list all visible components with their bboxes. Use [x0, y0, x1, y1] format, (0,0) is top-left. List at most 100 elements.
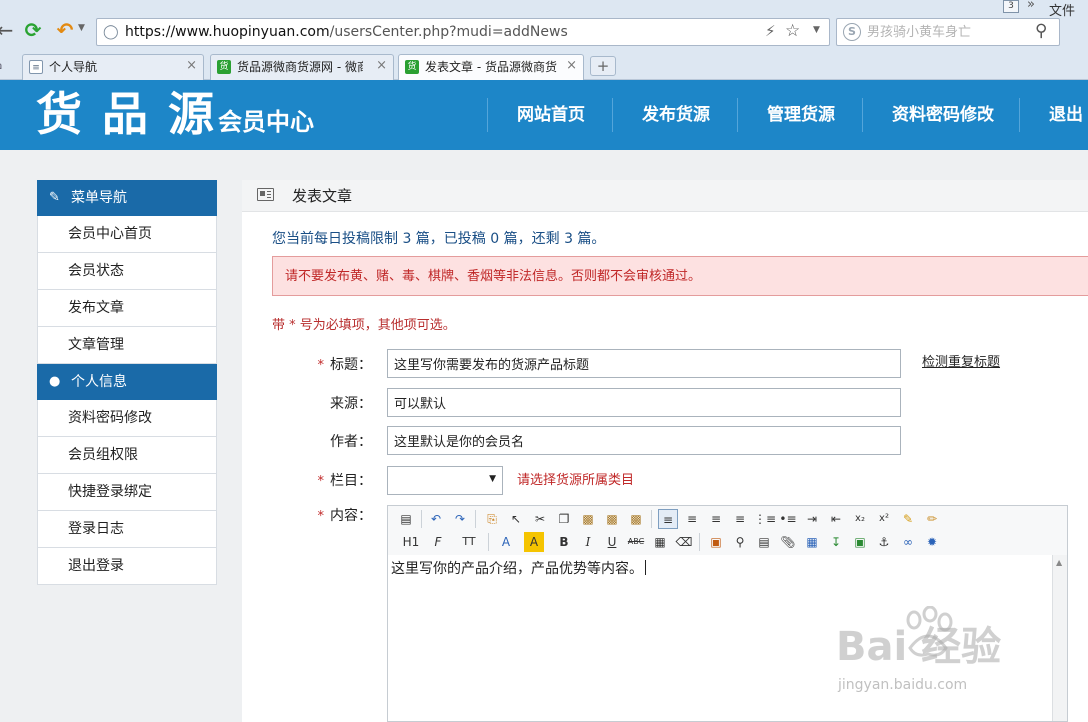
home-icon[interactable]: ⌂: [0, 58, 2, 73]
heading-dropdown[interactable]: H1: [396, 532, 426, 552]
table-border-icon[interactable]: ▦: [650, 532, 670, 552]
outdent-icon[interactable]: ⇤: [826, 509, 846, 529]
text-caret: [645, 560, 646, 575]
refresh-icon[interactable]: ⟳: [22, 19, 44, 41]
author-input[interactable]: [387, 426, 901, 455]
sidebar-item-login-log[interactable]: 登录日志: [37, 511, 217, 548]
sidebar-item-manage-articles[interactable]: 文章管理: [37, 327, 217, 364]
search-engine-logo-icon[interactable]: S: [843, 23, 861, 41]
indent-icon[interactable]: ⇥: [802, 509, 822, 529]
sidebar-item-quick-login[interactable]: 快捷登录绑定: [37, 474, 217, 511]
italic-icon[interactable]: I: [578, 532, 598, 552]
newspaper-icon: [257, 188, 274, 201]
sidebar-item-logout[interactable]: 退出登录: [37, 548, 217, 585]
star-icon[interactable]: ☆: [785, 21, 800, 41]
search-bar[interactable]: S ⚲: [836, 18, 1060, 46]
redo-icon[interactable]: ↷: [450, 509, 470, 529]
justify-icon[interactable]: ≡: [730, 509, 750, 529]
format-brush-icon[interactable]: ✏︎: [922, 509, 942, 529]
chevron-down-icon[interactable]: ▼: [78, 23, 85, 33]
anchor-icon[interactable]: ⚓: [874, 532, 894, 552]
superscript-icon[interactable]: x²: [874, 509, 894, 529]
insert-code-icon[interactable]: ⎘: [482, 509, 502, 529]
source-input[interactable]: [387, 388, 901, 417]
align-right-icon[interactable]: ≡: [706, 509, 726, 529]
gallery-icon[interactable]: ▣: [850, 532, 870, 552]
eraser-icon[interactable]: ⌫: [674, 532, 694, 552]
site-logo[interactable]: 货品源: [36, 84, 234, 144]
paste-icon[interactable]: ▩: [578, 509, 598, 529]
file-menu[interactable]: 文件: [1049, 0, 1075, 19]
attachment-icon[interactable]: 📎︎: [778, 532, 798, 552]
category-select[interactable]: ▼: [387, 466, 503, 495]
content-label: * 内容：: [292, 507, 373, 526]
align-center-icon[interactable]: ≡: [682, 509, 702, 529]
more-chevrons-icon[interactable]: »: [1027, 0, 1035, 12]
search-input[interactable]: [867, 23, 1027, 41]
check-duplicate-title-link[interactable]: 检测重复标题: [922, 354, 1000, 372]
title-input[interactable]: [387, 349, 901, 378]
sidebar-item-edit-profile[interactable]: 资料密码修改: [37, 400, 217, 437]
nav-manage-goods[interactable]: 管理货源: [767, 98, 835, 132]
unlink-icon[interactable]: ✹: [922, 532, 942, 552]
scroll-up-arrow-icon[interactable]: ▲: [1056, 558, 1062, 567]
address-bar[interactable]: ◯ https://www.huopinyuan.com/usersCenter…: [96, 18, 830, 46]
close-icon[interactable]: ×: [566, 58, 577, 73]
font-color-icon[interactable]: A: [496, 532, 516, 552]
nav-divider: [487, 98, 488, 132]
nav-publish-goods[interactable]: 发布货源: [642, 98, 710, 132]
nav-edit-profile[interactable]: 资料密码修改: [892, 98, 994, 132]
sidebar-item-member-group[interactable]: 会员组权限: [37, 437, 217, 474]
underline-icon[interactable]: U: [602, 532, 622, 552]
window-count-badge[interactable]: 3: [1003, 0, 1019, 13]
url-text[interactable]: https://www.huopinyuan.com/usersCenter.p…: [125, 24, 568, 41]
sidebar-section-title: 菜单导航: [71, 190, 127, 206]
new-tab-button[interactable]: +: [590, 56, 616, 76]
undo-icon[interactable]: ↶: [426, 509, 446, 529]
undo-close-tab-icon[interactable]: ↶: [54, 19, 76, 41]
chevron-down-icon[interactable]: ▼: [813, 25, 820, 35]
insert-image-icon[interactable]: ▣: [706, 532, 726, 552]
back-arrow-icon[interactable]: ←: [0, 19, 16, 41]
lightning-icon[interactable]: ⚡︎: [765, 22, 776, 40]
sidebar-section-profile: ● 个人信息: [37, 364, 217, 400]
paste-word-icon[interactable]: ▩: [626, 509, 646, 529]
strikethrough-icon[interactable]: ABC: [626, 532, 646, 552]
sidebar-item-member-home[interactable]: 会员中心首页: [37, 216, 217, 253]
page-break-icon[interactable]: ↧: [826, 532, 846, 552]
video-icon[interactable]: ▤: [754, 532, 774, 552]
nav-home[interactable]: 网站首页: [517, 98, 585, 132]
select-icon[interactable]: ↖: [506, 509, 526, 529]
copy-icon[interactable]: ❐: [554, 509, 574, 529]
tab-personal-nav[interactable]: ≡ 个人导航 ×: [22, 54, 204, 80]
search-icon[interactable]: ⚲: [1035, 21, 1047, 41]
paste-text-icon[interactable]: ▩: [602, 509, 622, 529]
sidebar-item-post-article[interactable]: 发布文章: [37, 290, 217, 327]
sidebar: ✎ 菜单导航 会员中心首页 会员状态 发布文章 文章管理 ● 个人信息 资料密码…: [37, 180, 217, 585]
chevron-down-icon[interactable]: ▼: [489, 474, 496, 484]
close-icon[interactable]: ×: [186, 58, 197, 73]
insert-table-icon[interactable]: ▦: [802, 532, 822, 552]
unordered-list-icon[interactable]: •≡: [778, 509, 798, 529]
author-label: 作者：: [330, 434, 372, 450]
bold-icon[interactable]: B: [554, 532, 574, 552]
site-logo-subtitle: 会员中心: [218, 107, 314, 136]
toolbar-divider: [699, 533, 700, 551]
search-replace-icon[interactable]: ⚲: [730, 532, 750, 552]
link-icon[interactable]: ∞: [898, 532, 918, 552]
subscript-icon[interactable]: x₂: [850, 509, 870, 529]
tab-post-article[interactable]: 货 发表文章 - 货品源微商货 ×: [398, 54, 584, 80]
align-left-icon[interactable]: ≡: [658, 509, 678, 529]
source-icon[interactable]: ▤: [396, 509, 416, 529]
tab-huopinyuan-home[interactable]: 货 货品源微商货源网 - 微商 ×: [210, 54, 394, 80]
ordered-list-icon[interactable]: ⋮≡: [754, 509, 776, 529]
close-icon[interactable]: ×: [376, 58, 387, 73]
font-family-dropdown[interactable]: F: [428, 532, 448, 552]
nav-logout[interactable]: 退出: [1049, 98, 1083, 132]
background-color-icon[interactable]: A: [524, 532, 544, 552]
cut-icon[interactable]: ✂: [530, 509, 550, 529]
sidebar-item-member-status[interactable]: 会员状态: [37, 253, 217, 290]
clear-format-icon[interactable]: ✎: [898, 509, 918, 529]
site-header: 货品源 会员中心 网站首页 发布货源 管理货源 资料密码修改 退出: [0, 80, 1088, 150]
font-size-dropdown[interactable]: TT: [456, 532, 482, 552]
